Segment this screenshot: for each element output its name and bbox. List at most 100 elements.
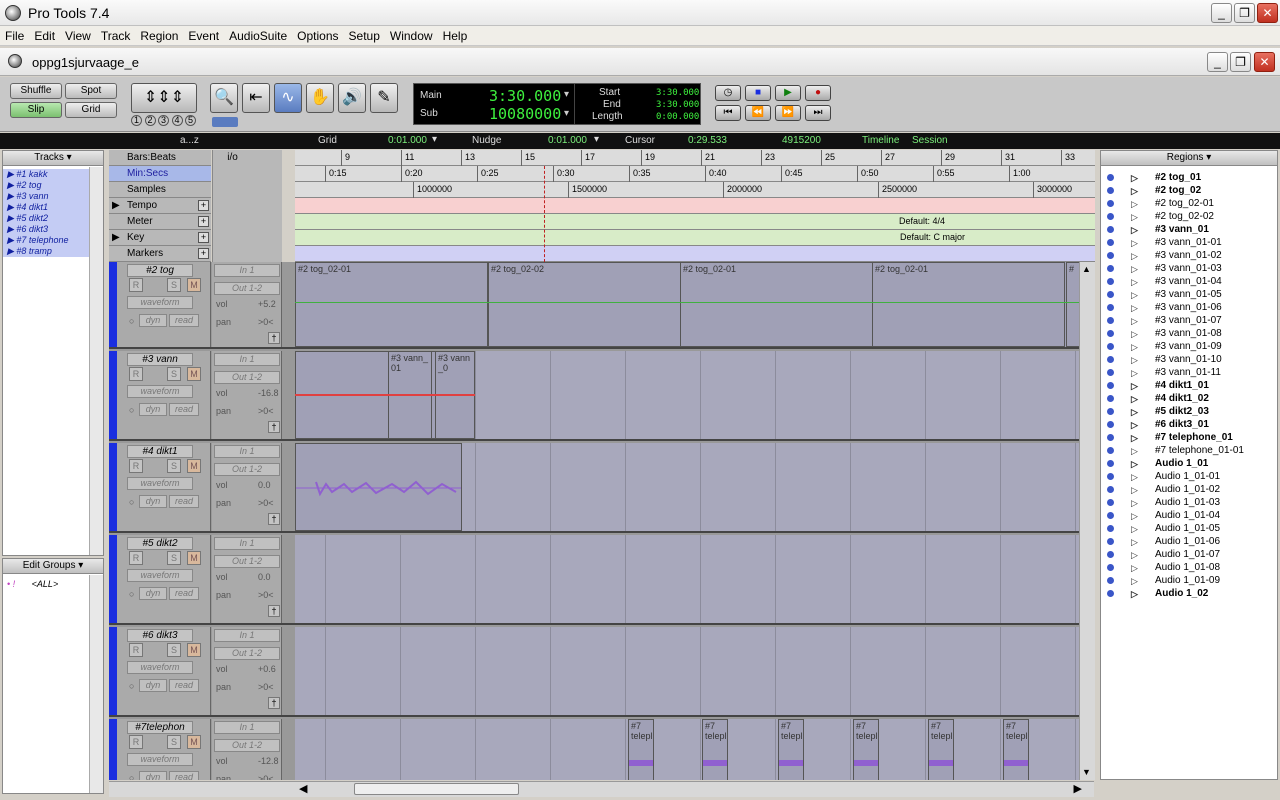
solo-button[interactable]: S	[167, 367, 181, 381]
solo-button[interactable]: S	[167, 735, 181, 749]
region-list-item[interactable]: ▷ #7 telephone_01	[1101, 431, 1271, 444]
region-list-item[interactable]: ▷ Audio 1_02	[1101, 587, 1271, 600]
solo-button[interactable]: S	[167, 551, 181, 565]
region-list-item[interactable]: ▷ #3 vann_01-11	[1101, 366, 1271, 379]
region-list-item[interactable]: ▷ #5 dikt2_03	[1101, 405, 1271, 418]
output-selector[interactable]: Out 1-2	[214, 463, 280, 476]
zoom-buttons[interactable]: ⇕⇕⇕	[131, 83, 197, 113]
pan-value[interactable]: >0<	[258, 590, 274, 600]
output-selector[interactable]: Out 1-2	[214, 555, 280, 568]
ruler-min-secs[interactable]: Min:Secs	[109, 166, 211, 182]
edit-groups-scrollbar[interactable]	[89, 575, 103, 793]
close-button[interactable]: ✕	[1257, 3, 1278, 23]
zoomer-tool-icon[interactable]: 🔍	[210, 83, 238, 113]
dyn-button[interactable]: dyn	[139, 314, 167, 327]
menu-edit[interactable]: Edit	[29, 26, 60, 43]
ruler-meter[interactable]: Meter +	[109, 214, 211, 230]
region-list-item[interactable]: ▷ #3 vann_01-03	[1101, 262, 1271, 275]
record-enable-button[interactable]: R	[129, 643, 143, 657]
markers-ruler[interactable]	[295, 246, 1095, 262]
menu-options[interactable]: Options	[292, 26, 343, 43]
volume-value[interactable]: +0.6	[258, 664, 276, 674]
track-name[interactable]: #5 dikt2	[127, 537, 193, 550]
ruler-key[interactable]: ▶ Key +	[109, 230, 211, 246]
send-icon[interactable]: †	[268, 605, 280, 617]
end-value[interactable]: 3:30.000	[656, 100, 699, 110]
audio-region[interactable]: #2 tog_02-01	[680, 262, 873, 347]
zoom-preset-1[interactable]: 1	[131, 115, 142, 126]
solo-button[interactable]: S	[167, 643, 181, 657]
track-playlist-lane[interactable]: #2 tog_02-01 #2 tog_02-02 #2 tog_02-01 #2 t…	[295, 262, 1079, 347]
region-list-item[interactable]: ▷ Audio 1_01-06	[1101, 535, 1271, 548]
minimize-button[interactable]: _	[1211, 3, 1232, 23]
output-selector[interactable]: Out 1-2	[214, 282, 280, 295]
online-button[interactable]: ◷	[715, 85, 741, 101]
slip-mode-button[interactable]: Slip	[10, 102, 62, 118]
main-counter-dropdown-icon[interactable]: ▾	[564, 89, 569, 100]
track-name[interactable]: #3 vann	[127, 353, 193, 366]
session-close-button[interactable]: ✕	[1254, 52, 1275, 72]
track-view-selector[interactable]: waveform	[127, 569, 193, 582]
send-icon[interactable]: †	[268, 697, 280, 709]
menu-event[interactable]: Event	[183, 26, 224, 43]
output-selector[interactable]: Out 1-2	[214, 739, 280, 752]
region-list-item[interactable]: ▷ #3 vann_01-02	[1101, 249, 1271, 262]
record-enable-button[interactable]: R	[129, 551, 143, 565]
audio-region[interactable]: #	[1066, 262, 1079, 347]
track-name[interactable]: #2 tog	[127, 264, 193, 277]
start-value[interactable]: 3:30.000	[656, 88, 699, 98]
send-icon[interactable]: †	[268, 332, 280, 344]
region-list-item[interactable]: ▷ Audio 1_01-08	[1101, 561, 1271, 574]
key-ruler[interactable]: Default: C major	[295, 230, 1095, 246]
mute-button[interactable]: M	[187, 643, 201, 657]
region-list-item[interactable]: ▷ #3 vann_01-10	[1101, 353, 1271, 366]
grabber-tool-icon[interactable]: ✋	[306, 83, 334, 113]
input-selector[interactable]: In 1	[214, 264, 280, 277]
return-to-zero-button[interactable]: ⏮	[715, 105, 741, 121]
input-selector[interactable]: In 1	[214, 537, 280, 550]
length-value[interactable]: 0:00.000	[656, 112, 699, 122]
ruler-samples[interactable]: Samples	[109, 182, 211, 198]
region-list-item[interactable]: ▷ #3 vann_01-06	[1101, 301, 1271, 314]
trim-tool-icon[interactable]: ⇤	[242, 83, 270, 113]
audio-region[interactable]: #7 telepl	[853, 719, 879, 780]
ruler-tempo[interactable]: ▶ Tempo +	[109, 198, 211, 214]
region-list-item[interactable]: ▷ Audio 1_01-04	[1101, 509, 1271, 522]
dyn-button[interactable]: dyn	[139, 587, 167, 600]
edit-group-all[interactable]: • ! <ALL>	[7, 579, 58, 589]
input-selector[interactable]: In 1	[214, 721, 280, 734]
audio-region[interactable]: #7 telepl	[628, 719, 654, 780]
pan-value[interactable]: >0<	[258, 682, 274, 692]
scroll-thumb[interactable]	[354, 783, 519, 795]
region-list-item[interactable]: ▷ #2 tog_01	[1101, 171, 1271, 184]
grid-mode-button[interactable]: Grid	[65, 102, 117, 118]
automation-mode-selector[interactable]: read	[169, 403, 199, 416]
audio-region[interactable]: #7 telepl	[1003, 719, 1029, 780]
automation-mode-selector[interactable]: read	[169, 587, 199, 600]
track-list-item[interactable]: ▶ #2 tog	[3, 180, 89, 191]
track-list-item[interactable]: ▶ #1 kakk	[3, 169, 89, 180]
input-selector[interactable]: In 1	[214, 445, 280, 458]
track-view-selector[interactable]: waveform	[127, 753, 193, 766]
automation-mode-selector[interactable]: read	[169, 679, 199, 692]
nudge-value[interactable]: 0:01.000	[548, 135, 587, 146]
menu-audiosuite[interactable]: AudioSuite	[224, 26, 292, 43]
edit-groups-header[interactable]: Edit Groups ▾	[3, 559, 103, 574]
track-name[interactable]: #7telephon	[127, 721, 193, 734]
menu-window[interactable]: Window	[385, 26, 438, 43]
region-list-item[interactable]: ▷ #3 vann_01-09	[1101, 340, 1271, 353]
track-list-item[interactable]: ▶ #6 dikt3	[3, 224, 89, 235]
output-selector[interactable]: Out 1-2	[214, 647, 280, 660]
session-restore-button[interactable]: ❐	[1230, 52, 1251, 72]
main-counter-value[interactable]: 3:30.000	[489, 87, 561, 105]
spot-mode-button[interactable]: Spot	[65, 83, 117, 99]
region-list-item[interactable]: ▷ #2 tog_02-01	[1101, 197, 1271, 210]
dyn-button[interactable]: dyn	[139, 679, 167, 692]
mute-button[interactable]: M	[187, 551, 201, 565]
volume-value[interactable]: 0.0	[258, 572, 271, 582]
record-button[interactable]: ●	[805, 85, 831, 101]
audio-region[interactable]: #7 telepl	[778, 719, 804, 780]
meter-ruler[interactable]: Default: 4/4	[295, 214, 1095, 230]
volume-value[interactable]: 0.0	[258, 480, 271, 490]
selector-tool-icon[interactable]: ∿	[274, 83, 302, 113]
